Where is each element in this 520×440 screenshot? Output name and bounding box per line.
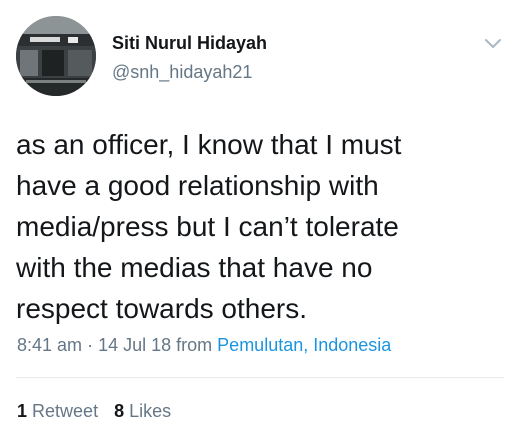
author-handle[interactable]: @snh_hidayah21 [112, 61, 252, 83]
retweets-stat[interactable]: 1 Retweet [17, 401, 98, 421]
tweet-card: Siti Nurul Hidayah @snh_hidayah21 as an … [0, 0, 520, 440]
tweet-text-line: as an officer, I know that I must [16, 129, 402, 160]
tweet-text-line: with the medias that have no [16, 252, 373, 283]
likes-label: Likes [129, 401, 172, 421]
tweet-time[interactable]: 8:41 am [17, 335, 82, 355]
tweet-meta: 8:41 am · 14 Jul 18 from Pemulutan, Indo… [17, 334, 391, 356]
likes-count: 8 [114, 401, 125, 421]
tweet-text-line: media/press but I can’t tolerate [16, 211, 399, 242]
avatar[interactable] [16, 16, 96, 96]
tweet-date[interactable]: 14 Jul 18 [98, 335, 171, 355]
author-name[interactable]: Siti Nurul Hidayah [112, 32, 267, 54]
tweet-text-line: have a good relationship with [16, 170, 379, 201]
meta-from: from [176, 335, 213, 355]
avatar-photo [16, 16, 96, 96]
meta-separator: · [87, 335, 94, 355]
retweets-count: 1 [17, 401, 28, 421]
divider [16, 377, 504, 378]
tweet-text-line: respect towards others. [16, 293, 308, 324]
likes-stat[interactable]: 8 Likes [114, 401, 171, 421]
tweet-stats: 1 Retweet 8 Likes [17, 400, 171, 422]
chevron-down-icon[interactable] [482, 32, 504, 54]
tweet-text: as an officer, I know that I must have a… [16, 124, 508, 329]
location-link[interactable]: Pemulutan, Indonesia [217, 335, 391, 355]
retweets-label: Retweet [32, 401, 99, 421]
